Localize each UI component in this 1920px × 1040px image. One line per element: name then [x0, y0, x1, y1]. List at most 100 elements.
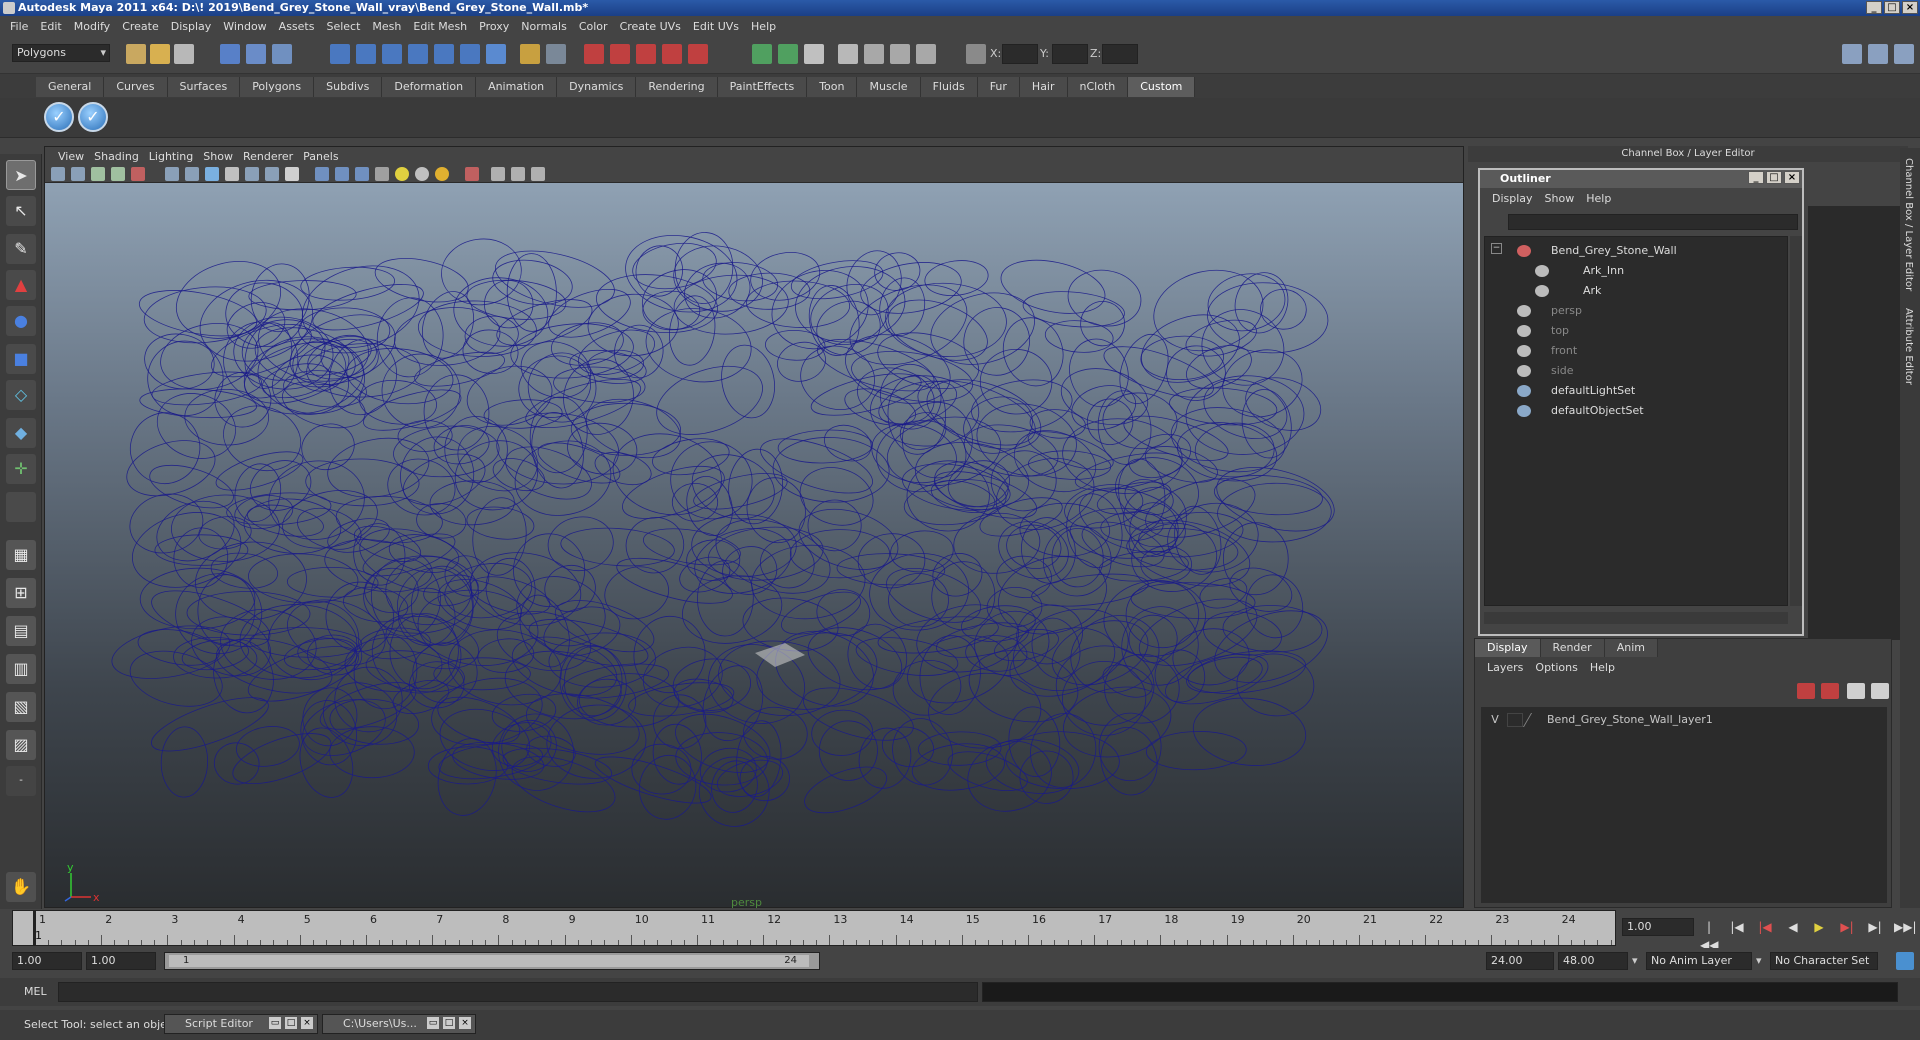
lock-icon[interactable] — [520, 44, 540, 64]
time-slider[interactable]: 1 2 3 4 5 6 7 8 9 10 11 12 13 14 15 16 17 18 19 20 21 22 23 24 … — [12, 910, 1616, 946]
layer-visibility-toggle[interactable]: V — [1487, 711, 1503, 729]
layer-color-swatch[interactable] — [1522, 713, 1544, 727]
isolate-select-icon[interactable] — [465, 167, 479, 181]
z-field[interactable] — [1102, 44, 1138, 64]
outliner-maximize-button[interactable]: □ — [1766, 171, 1782, 184]
play-backward-button[interactable]: ◀ — [1784, 918, 1802, 936]
step-forward-key-button[interactable]: ▶| — [1838, 918, 1856, 936]
menu-create-uvs[interactable]: Create UVs — [614, 20, 687, 33]
snap-surface-icon[interactable] — [434, 44, 454, 64]
four-pane-layout-icon[interactable]: ⊞ — [6, 578, 36, 608]
task-close-icon[interactable]: × — [301, 1017, 313, 1029]
menu-display[interactable]: Display — [165, 20, 218, 33]
go-to-start-button[interactable]: |◀◀ — [1700, 918, 1718, 952]
absolute-transform-icon[interactable] — [966, 44, 986, 64]
viewport-scene[interactable]: persp y x — [45, 183, 1463, 909]
attribute-editor-toggle-icon[interactable] — [1842, 44, 1862, 64]
render-view-icon[interactable] — [804, 44, 824, 64]
auto-key-icon[interactable] — [1896, 952, 1914, 970]
step-back-button[interactable]: |◀ — [1728, 918, 1746, 936]
shelf-tab-rendering[interactable]: Rendering — [636, 77, 718, 97]
soft-modification-icon[interactable]: ◆ — [6, 418, 36, 448]
grid-icon[interactable] — [165, 167, 179, 181]
wireframe-icon[interactable] — [315, 167, 329, 181]
outliner-item[interactable]: front — [1485, 341, 1785, 361]
outliner-filter-field[interactable] — [1508, 214, 1798, 230]
hypershade-icon[interactable] — [916, 44, 936, 64]
outliner-item[interactable]: persp — [1485, 301, 1785, 321]
animation-end-field[interactable]: 48.00 — [1558, 952, 1628, 970]
chevron-down-icon[interactable]: ▾ — [1632, 954, 1638, 967]
lasso-tool-icon[interactable]: ↖ — [6, 196, 36, 226]
layer-tab-display[interactable]: Display — [1475, 639, 1541, 657]
xray-icon[interactable] — [491, 167, 505, 181]
output-ops-icon[interactable] — [778, 44, 798, 64]
snap-curve-icon[interactable] — [356, 44, 376, 64]
character-set-select[interactable]: No Character Set — [1770, 952, 1878, 970]
anim-layer-select[interactable]: No Anim Layer — [1646, 952, 1752, 970]
bookmarks-icon[interactable] — [91, 167, 105, 181]
shelf-tab-surfaces[interactable]: Surfaces — [167, 77, 241, 97]
menu-set-select[interactable]: Polygons — [12, 44, 110, 62]
viewport-menu-lighting[interactable]: Lighting — [144, 150, 198, 163]
shelf-tab-muscle[interactable]: Muscle — [857, 77, 921, 97]
animation-start-field[interactable]: 1.00 — [12, 952, 82, 970]
layer-tab-anim[interactable]: Anim — [1604, 639, 1658, 657]
shelf-tab-toon[interactable]: Toon — [807, 77, 858, 97]
shelf-tab-polygons[interactable]: Polygons — [240, 77, 315, 97]
layer-move-up-icon[interactable] — [1847, 683, 1865, 699]
maximize-button[interactable]: □ — [1884, 1, 1900, 14]
step-forward-button[interactable]: ▶| — [1866, 918, 1884, 936]
layer-row[interactable]: V Bend_Grey_Stone_Wall_layer1 — [1481, 711, 1887, 729]
magnet-point-icon[interactable] — [636, 44, 656, 64]
render-settings-icon[interactable] — [890, 44, 910, 64]
open-scene-icon[interactable] — [150, 44, 170, 64]
xray-joints-icon[interactable] — [511, 167, 525, 181]
outliner-item[interactable]: defaultLightSet — [1485, 381, 1785, 401]
magnet-live-icon[interactable] — [688, 44, 708, 64]
new-scene-icon[interactable] — [126, 44, 146, 64]
task-maximize-icon[interactable]: □ — [285, 1017, 297, 1029]
shelf-tab-animation[interactable]: Animation — [476, 77, 558, 97]
task-restore-icon[interactable]: ▭ — [427, 1017, 439, 1029]
magnet-icon[interactable] — [584, 44, 604, 64]
menu-create[interactable]: Create — [116, 20, 165, 33]
layer-menu-options[interactable]: Options — [1529, 661, 1583, 674]
menu-edit-mesh[interactable]: Edit Mesh — [407, 20, 473, 33]
mel-label[interactable]: MEL — [24, 985, 47, 998]
task-close-icon[interactable]: × — [459, 1017, 471, 1029]
tool-settings-toggle-icon[interactable] — [1868, 44, 1888, 64]
use-default-light-icon[interactable] — [395, 167, 409, 181]
image-plane-icon[interactable] — [111, 167, 125, 181]
rotate-tool-icon[interactable]: ● — [6, 306, 36, 336]
viewport-menu-panels[interactable]: Panels — [298, 150, 343, 163]
menu-file[interactable]: File — [4, 20, 34, 33]
layer-menu-layers[interactable]: Layers — [1481, 661, 1529, 674]
outliner-close-button[interactable]: × — [1784, 171, 1800, 184]
layer-template-toggle[interactable] — [1507, 713, 1523, 727]
y-field[interactable] — [1052, 44, 1088, 64]
select-by-hierarchy-icon[interactable] — [220, 44, 240, 64]
task-maximize-icon[interactable]: □ — [443, 1017, 455, 1029]
explorer-task-button[interactable]: C:\Users\Us... ▭ □ × — [322, 1014, 476, 1034]
outliner-item[interactable]: Ark_Inn — [1485, 261, 1785, 281]
chevron-down-icon[interactable]: ▾ — [1756, 954, 1762, 967]
shelf-tab-custom[interactable]: Custom — [1128, 77, 1196, 97]
shadows-icon[interactable] — [435, 167, 449, 181]
range-bar[interactable]: 1 24 — [164, 952, 820, 970]
channel-box-side-tab[interactable]: Channel Box / Layer Editor — [1903, 158, 1914, 291]
construction-history-icon[interactable] — [460, 44, 480, 64]
current-frame-field[interactable]: 1.00 — [1622, 918, 1694, 936]
layout-more-icon[interactable]: - — [6, 766, 36, 796]
attribute-editor-side-tab[interactable]: Attribute Editor — [1903, 308, 1914, 385]
outliner-item[interactable]: top — [1485, 321, 1785, 341]
two-d-pan-zoom-icon[interactable] — [131, 167, 145, 181]
layer-tab-render[interactable]: Render — [1540, 639, 1605, 657]
outliner-vertical-scrollbar[interactable] — [1790, 236, 1802, 606]
single-pane-layout-icon[interactable]: ▦ — [6, 540, 36, 570]
ipr-render-icon[interactable] — [864, 44, 884, 64]
playback-end-field[interactable]: 24.00 — [1486, 952, 1554, 970]
outliner-menu-display[interactable]: Display — [1486, 192, 1539, 205]
graph-persp-layout-icon[interactable]: ▥ — [6, 654, 36, 684]
gate-mask-icon[interactable] — [225, 167, 239, 181]
